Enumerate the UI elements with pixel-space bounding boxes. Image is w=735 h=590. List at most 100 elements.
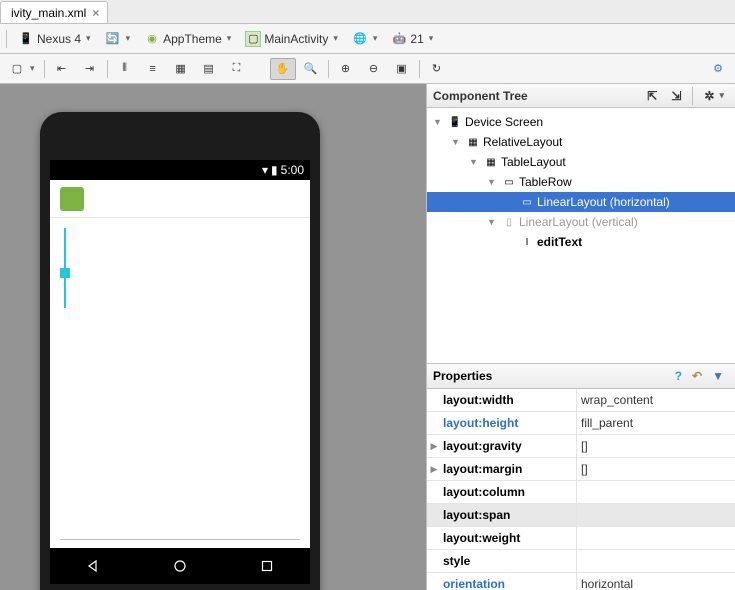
- zoom-reset-btn[interactable]: 🔍: [298, 58, 324, 80]
- property-value[interactable]: [576, 504, 735, 526]
- zoom-in-icon: ⊕: [338, 61, 354, 77]
- nav-back-icon[interactable]: [83, 556, 103, 576]
- component-icon: I: [519, 234, 535, 250]
- seekbar-thumb[interactable]: [60, 268, 70, 278]
- tree-label: RelativeLayout: [483, 135, 562, 149]
- theme-icon: ◉: [144, 31, 160, 47]
- expand-arrow-icon[interactable]: ▶: [427, 464, 441, 475]
- property-value[interactable]: [576, 527, 735, 549]
- dist-h-btn[interactable]: ⫴: [112, 58, 138, 80]
- api-select[interactable]: 🤖 21: [386, 28, 438, 50]
- property-value[interactable]: horizontal: [576, 573, 735, 590]
- close-icon[interactable]: ×: [92, 6, 99, 20]
- property-name: style: [441, 554, 576, 568]
- expand-arrow-icon[interactable]: ▼: [451, 137, 463, 147]
- component-tree[interactable]: ▼📱Device Screen▼▦RelativeLayout▼▦TableLa…: [427, 108, 735, 363]
- dist-v-btn[interactable]: ≡: [140, 58, 166, 80]
- theme-label: AppTheme: [163, 32, 222, 46]
- activity-icon: ▢: [245, 31, 261, 47]
- tree-node[interactable]: ▼▯LinearLayout (vertical): [427, 212, 735, 232]
- zoom-fit-btn[interactable]: ▣: [389, 58, 415, 80]
- activity-select[interactable]: ▢ MainActivity: [240, 28, 343, 50]
- tree-node[interactable]: ▼▦TableLayout: [427, 152, 735, 172]
- status-bar: ▾ ▮ 5:00: [50, 160, 310, 180]
- property-value[interactable]: [576, 481, 735, 503]
- properties-table[interactable]: layout:widthwrap_contentlayout:heightfil…: [427, 389, 735, 590]
- undo-btn[interactable]: ↶: [687, 366, 707, 386]
- orientation-icon: 🔄: [105, 31, 121, 47]
- property-value[interactable]: [576, 550, 735, 572]
- grid-btn[interactable]: ▦: [168, 58, 194, 80]
- tree-label: editText: [537, 235, 582, 249]
- filter-btn[interactable]: ▼: [707, 366, 729, 386]
- nav-home-icon[interactable]: [170, 556, 190, 576]
- tree-label: TableRow: [519, 175, 572, 189]
- tree-expand-btn[interactable]: ⇲: [666, 86, 686, 106]
- zoom-out-icon: ⊖: [366, 61, 382, 77]
- property-row[interactable]: layout:widthwrap_content: [427, 389, 735, 412]
- funnel-icon: ▼: [712, 369, 724, 383]
- activity-label: MainActivity: [264, 32, 328, 46]
- property-row[interactable]: style: [427, 550, 735, 573]
- tree-node[interactable]: ▭LinearLayout (horizontal): [427, 192, 735, 212]
- tree-node[interactable]: ▼📱Device Screen: [427, 112, 735, 132]
- app-icon: [60, 187, 84, 211]
- viewport-btn[interactable]: ▢: [4, 58, 40, 80]
- expand-arrow-icon[interactable]: ▼: [487, 177, 499, 187]
- panel-title: Component Tree: [433, 89, 528, 103]
- expand-arrow-icon[interactable]: ▼: [433, 117, 445, 127]
- tree-gear-btn[interactable]: ✲: [699, 86, 729, 106]
- layout-toolbar: ▢ ⇤ ⇥ ⫴ ≡ ▦ ▤ ⛶ ✋ 🔍 ⊕ ⊖ ▣ ↻ ⚙: [0, 54, 735, 84]
- refresh-btn[interactable]: ↻: [424, 58, 450, 80]
- tree-node[interactable]: ▼▦RelativeLayout: [427, 132, 735, 152]
- grid2-btn[interactable]: ▤: [196, 58, 222, 80]
- property-row[interactable]: layout:column: [427, 481, 735, 504]
- seekbar[interactable]: [64, 228, 66, 308]
- layout-preview[interactable]: [50, 218, 310, 548]
- viewport-icon: ▢: [9, 61, 25, 77]
- component-icon: ▯: [501, 214, 517, 230]
- property-row[interactable]: ▶layout:margin[]: [427, 458, 735, 481]
- settings-btn[interactable]: ⚙: [705, 58, 731, 80]
- property-name: layout:height: [441, 416, 576, 430]
- tree-label: TableLayout: [501, 155, 566, 169]
- expand-arrow-icon[interactable]: ▶: [427, 441, 441, 452]
- expand-btn[interactable]: ⛶: [224, 58, 250, 80]
- property-name: orientation: [441, 577, 576, 590]
- tree-label: Device Screen: [465, 115, 543, 129]
- property-value[interactable]: []: [576, 435, 735, 457]
- property-name: layout:weight: [441, 531, 576, 545]
- tree-label: LinearLayout (horizontal): [537, 195, 670, 209]
- align-right-btn[interactable]: ⇥: [77, 58, 103, 80]
- locale-select[interactable]: 🌐: [347, 28, 383, 50]
- property-row[interactable]: layout:heightfill_parent: [427, 412, 735, 435]
- tree-collapse-btn[interactable]: ⇱: [642, 86, 662, 106]
- editor-tab[interactable]: ivity_main.xml ×: [0, 1, 108, 23]
- property-value[interactable]: []: [576, 458, 735, 480]
- zoom-out-btn[interactable]: ⊖: [361, 58, 387, 80]
- property-row[interactable]: layout:weight: [427, 527, 735, 550]
- expand-arrow-icon[interactable]: ▼: [487, 217, 499, 227]
- orientation-select[interactable]: 🔄: [100, 28, 136, 50]
- gear-icon: ⚙: [710, 61, 726, 77]
- zoom-in-btn[interactable]: ⊕: [333, 58, 359, 80]
- nav-recent-icon[interactable]: [257, 556, 277, 576]
- device-select[interactable]: 📱 Nexus 4: [13, 28, 96, 50]
- device-label: Nexus 4: [37, 32, 81, 46]
- theme-select[interactable]: ◉ AppTheme: [139, 28, 236, 50]
- property-value[interactable]: fill_parent: [576, 412, 735, 434]
- align-left-btn[interactable]: ⇤: [49, 58, 75, 80]
- property-row[interactable]: orientationhorizontal: [427, 573, 735, 590]
- expand-arrow-icon[interactable]: ▼: [469, 157, 481, 167]
- property-row[interactable]: layout:span: [427, 504, 735, 527]
- property-value[interactable]: wrap_content: [576, 389, 735, 411]
- property-row[interactable]: ▶layout:gravity[]: [427, 435, 735, 458]
- hand-btn[interactable]: ✋: [270, 58, 296, 80]
- tree-node[interactable]: ▼▭TableRow: [427, 172, 735, 192]
- api-label: 21: [410, 32, 423, 46]
- help-btn[interactable]: ?: [670, 366, 687, 386]
- tree-node[interactable]: IeditText: [427, 232, 735, 252]
- design-canvas[interactable]: ▾ ▮ 5:00: [0, 84, 427, 590]
- component-icon: ▦: [483, 154, 499, 170]
- property-name: layout:column: [441, 485, 576, 499]
